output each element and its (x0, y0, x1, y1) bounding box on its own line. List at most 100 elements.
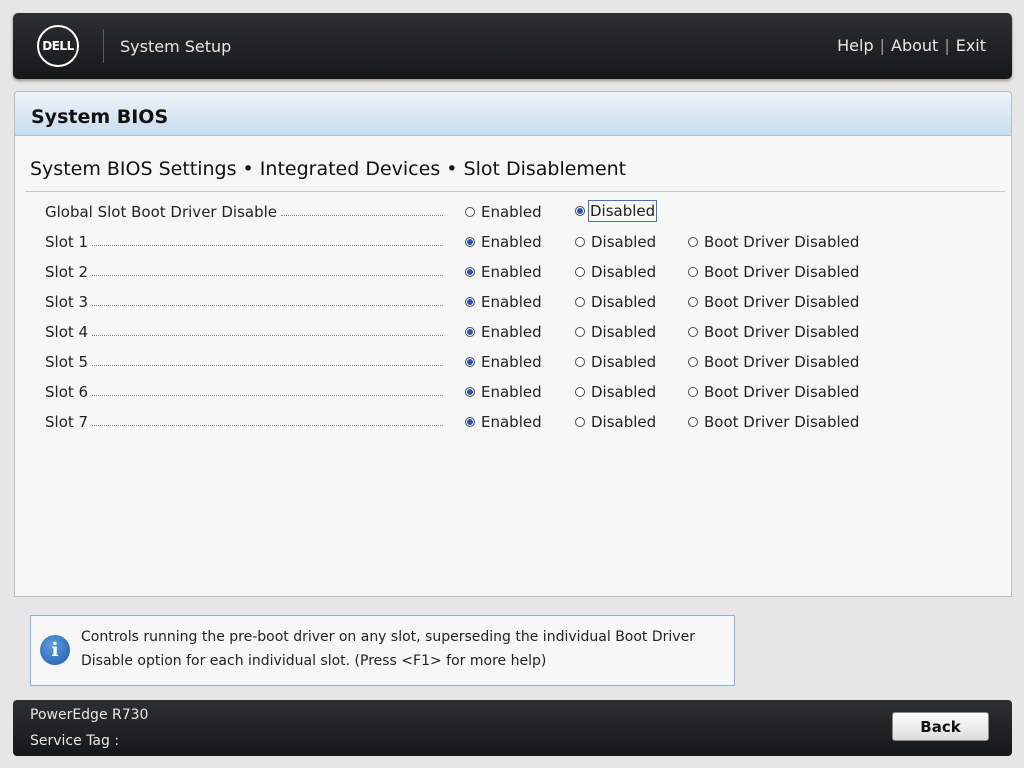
setting-row: Slot 1 Enabled Disabled Boot Driver Disable… (45, 233, 985, 255)
radio-option-disabled[interactable]: Disabled (575, 353, 656, 371)
radio-button-icon[interactable] (688, 357, 698, 367)
radio-button-icon[interactable] (465, 387, 475, 397)
radio-option-label: Enabled (481, 383, 542, 401)
link-separator: | (879, 36, 885, 55)
radio-button-icon[interactable] (575, 387, 585, 397)
radio-option-enabled[interactable]: Enabled (465, 353, 542, 371)
radio-button-icon[interactable] (465, 297, 475, 307)
exit-link[interactable]: Exit (956, 36, 986, 55)
setting-row: Global Slot Boot Driver Disable Enabled Di… (45, 200, 985, 225)
radio-button-icon[interactable] (575, 417, 585, 427)
radio-option-label: Boot Driver Disabled (704, 323, 860, 341)
radio-option-label: Enabled (481, 353, 542, 371)
radio-option-boot-driver-disabled[interactable]: Boot Driver Disabled (688, 413, 859, 431)
radio-option-enabled[interactable]: Enabled (465, 413, 542, 431)
radio-option-label: Enabled (481, 413, 542, 431)
radio-option-boot-driver-disabled[interactable]: Boot Driver Disabled (688, 233, 859, 251)
setting-label: Slot 6 (45, 383, 89, 401)
radio-button-icon[interactable] (688, 327, 698, 337)
link-separator: | (944, 36, 950, 55)
setting-label: Slot 5 (45, 353, 89, 371)
radio-option-disabled[interactable]: Disabled (575, 293, 656, 311)
setting-label: Slot 2 (45, 263, 89, 281)
radio-option-label: Boot Driver Disabled (704, 233, 860, 251)
radio-button-icon[interactable] (688, 387, 698, 397)
dell-logo: DELL (37, 25, 79, 67)
radio-option-label: Boot Driver Disabled (704, 353, 860, 371)
setting-row: Slot 7 Enabled Disabled Boot Driver Disable… (45, 413, 985, 435)
back-button[interactable]: Back (892, 712, 989, 741)
radio-button-icon[interactable] (465, 207, 475, 217)
radio-option-boot-driver-disabled[interactable]: Boot Driver Disabled (688, 353, 859, 371)
breadcrumb: System BIOS Settings • Integrated Device… (30, 158, 627, 180)
radio-button-icon[interactable] (688, 417, 698, 427)
service-tag: Service Tag : (30, 733, 120, 749)
radio-button-icon[interactable] (575, 206, 585, 216)
radio-option-enabled[interactable]: Enabled (465, 233, 542, 251)
radio-button-icon[interactable] (575, 267, 585, 277)
radio-button-icon[interactable] (575, 297, 585, 307)
radio-button-icon[interactable] (465, 327, 475, 337)
radio-button-icon[interactable] (688, 267, 698, 277)
radio-option-disabled[interactable]: Disabled (575, 263, 656, 281)
top-header-bar: DELL System Setup Help | About | Exit (13, 13, 1012, 79)
radio-button-icon[interactable] (688, 237, 698, 247)
radio-option-label: Enabled (481, 323, 542, 341)
setting-row: Slot 6 Enabled Disabled Boot Driver Disable… (45, 383, 985, 405)
about-link[interactable]: About (891, 36, 938, 55)
radio-option-label: Disabled (591, 233, 657, 251)
setting-label: Slot 7 (45, 413, 89, 431)
radio-button-icon[interactable] (465, 267, 475, 277)
radio-option-enabled[interactable]: Enabled (465, 263, 542, 281)
radio-option-boot-driver-disabled[interactable]: Boot Driver Disabled (688, 293, 859, 311)
radio-option-enabled[interactable]: Enabled (465, 383, 542, 401)
radio-option-label: Enabled (481, 233, 542, 251)
radio-option-enabled[interactable]: Enabled (465, 293, 542, 311)
help-link[interactable]: Help (837, 36, 873, 55)
panel-title: System BIOS (15, 92, 1011, 136)
help-text: Controls running the pre-boot driver on … (81, 629, 695, 669)
radio-option-disabled[interactable]: Disabled (575, 233, 656, 251)
dotted-leader (92, 305, 443, 306)
radio-option-disabled[interactable]: Disabled (575, 323, 656, 341)
radio-button-icon[interactable] (575, 237, 585, 247)
setting-row: Slot 3 Enabled Disabled Boot Driver Disable… (45, 293, 985, 315)
radio-option-disabled[interactable]: Disabled (575, 413, 656, 431)
info-icon: i (40, 635, 70, 665)
system-model: PowerEdge R730 (30, 707, 149, 723)
radio-option-label: Boot Driver Disabled (704, 293, 860, 311)
radio-option-label: Disabled (591, 353, 657, 371)
radio-option-disabled[interactable]: Disabled (575, 200, 658, 222)
setting-row: Slot 5 Enabled Disabled Boot Driver Disable… (45, 353, 985, 375)
radio-option-label: Disabled (591, 383, 657, 401)
app-title: System Setup (120, 37, 232, 56)
radio-option-label: Enabled (481, 293, 542, 311)
breadcrumb-divider (25, 191, 1005, 192)
setting-label: Slot 3 (45, 293, 89, 311)
setting-row: Slot 4 Enabled Disabled Boot Driver Disable… (45, 323, 985, 345)
radio-button-icon[interactable] (575, 327, 585, 337)
radio-option-enabled[interactable]: Enabled (465, 323, 542, 341)
radio-option-label: Disabled (591, 263, 657, 281)
radio-option-boot-driver-disabled[interactable]: Boot Driver Disabled (688, 383, 859, 401)
settings-panel: System BIOS System BIOS Settings • Integ… (14, 91, 1012, 597)
header-divider (103, 29, 104, 63)
setting-row: Slot 2 Enabled Disabled Boot Driver Disable… (45, 263, 985, 285)
radio-option-label: Disabled (591, 323, 657, 341)
radio-option-boot-driver-disabled[interactable]: Boot Driver Disabled (688, 323, 859, 341)
radio-option-label: Disabled (591, 293, 657, 311)
radio-button-icon[interactable] (465, 417, 475, 427)
setting-label: Slot 1 (45, 233, 89, 251)
dotted-leader (92, 275, 443, 276)
radio-option-label: Boot Driver Disabled (704, 263, 860, 281)
dotted-leader (92, 335, 443, 336)
radio-option-disabled[interactable]: Disabled (575, 383, 656, 401)
radio-option-boot-driver-disabled[interactable]: Boot Driver Disabled (688, 263, 859, 281)
radio-option-enabled[interactable]: Enabled (465, 203, 542, 221)
radio-button-icon[interactable] (575, 357, 585, 367)
radio-option-label: Disabled (591, 413, 657, 431)
setting-label: Slot 4 (45, 323, 89, 341)
radio-button-icon[interactable] (465, 357, 475, 367)
radio-button-icon[interactable] (688, 297, 698, 307)
radio-button-icon[interactable] (465, 237, 475, 247)
